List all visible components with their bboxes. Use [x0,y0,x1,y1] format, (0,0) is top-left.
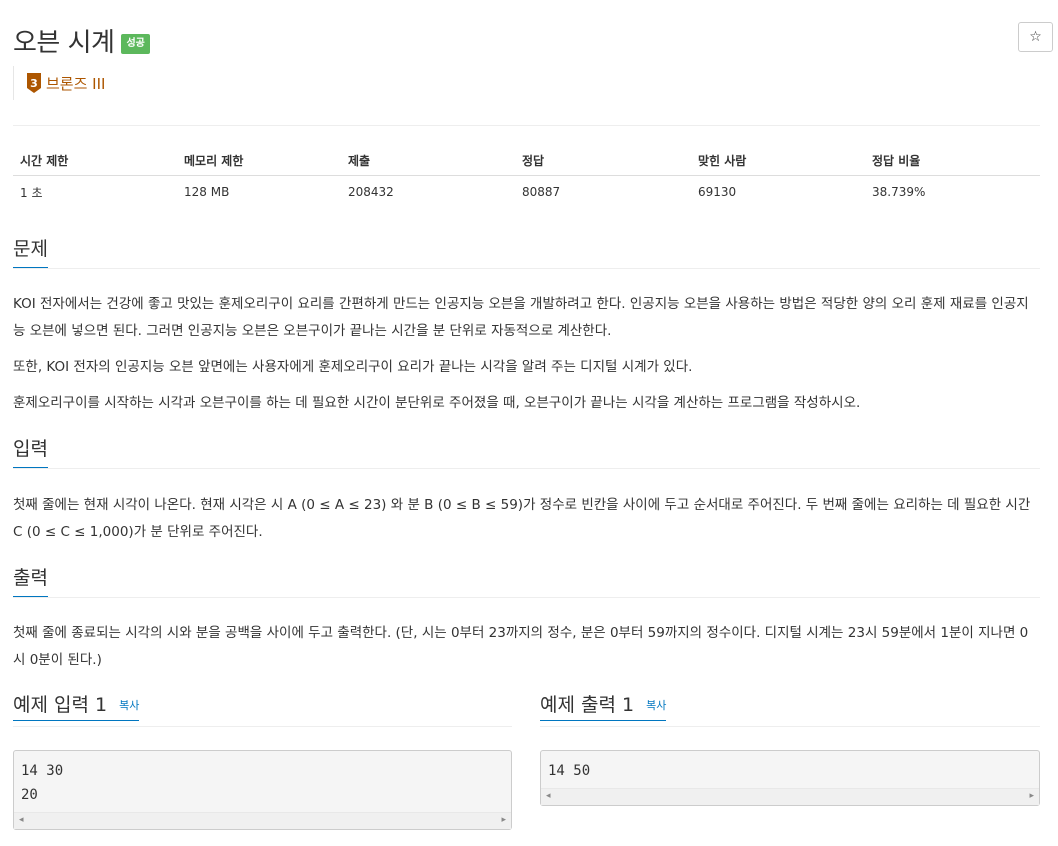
sample-input-title: 예제 입력 1 [13,694,108,716]
copy-sample-output-button[interactable]: 복사 [646,699,666,712]
input-description: 첫째 줄에는 현재 시각이 나온다. 현재 시각은 시 A (0 ≤ A ≤ 2… [13,497,1031,540]
header-accepted: 정답 [515,145,691,176]
sample-output-scrollbar[interactable]: ◂ ▸ [541,788,1039,805]
sample-input-line-1: 14 30 [21,763,64,779]
sample-output-line-1: 14 50 [548,763,591,779]
sample-input-box[interactable]: 14 30 20 ◂ ▸ [13,750,512,830]
output-description: 첫째 줄에 종료되는 시각의 시와 분을 공백을 사이에 두고 출력한다. (단… [13,625,1029,668]
solved-users-value[interactable]: 69130 [691,176,865,209]
problem-paragraph-2: 또한, KOI 전자의 인공지능 오븐 앞면에는 사용자에게 훈제오리구이 요리… [13,359,693,375]
problem-paragraph-1: KOI 전자에서는 건강에 좋고 맛있는 훈제오리구이 요리를 간편하게 만드는… [13,296,1029,339]
tier-row: 3 브론즈 III [13,66,105,100]
memory-limit-value: 128 MB [184,185,230,199]
table-row: 1 초 128 MB 208432 80887 69130 38.739% [13,176,1040,209]
time-limit-value: 1 초 [20,185,43,200]
accept-ratio-value: 38.739% [872,185,926,199]
section-output-title: 출력 [13,567,48,597]
sample-input-code: 14 30 20 [14,751,511,807]
sample-input-line-2: 20 [21,787,38,803]
sample-output-box[interactable]: 14 50 ◂ ▸ [540,750,1040,806]
header-time-limit: 시간 제한 [13,145,177,176]
tier-label[interactable]: 브론즈 III [46,73,105,94]
header-submissions: 제출 [341,145,515,176]
problem-info-table: 시간 제한 메모리 제한 제출 정답 맞힌 사람 정답 비율 1 초 128 M… [13,145,1040,208]
table-header-row: 시간 제한 메모리 제한 제출 정답 맞힌 사람 정답 비율 [13,145,1040,176]
sample-input-header: 예제 입력 1 복사 [13,694,512,727]
header-memory-limit: 메모리 제한 [177,145,341,176]
section-input-title: 입력 [13,438,48,468]
section-problem-header: 문제 [13,238,1040,269]
page-title: 오븐 시계 [13,28,115,58]
sample-output-code: 14 50 [541,751,1039,783]
section-output-header: 출력 [13,567,1040,598]
sample-output-title-wrap: 예제 출력 1 복사 [540,694,667,721]
header-accept-ratio: 정답 비율 [865,145,1040,176]
submissions-value[interactable]: 208432 [341,176,515,209]
title-row: 오븐 시계 성공 [13,22,150,59]
copy-sample-input-button[interactable]: 복사 [119,699,139,712]
status-badge: 성공 [121,33,150,54]
sample-input-title-wrap: 예제 입력 1 복사 [13,694,140,721]
scroll-left-icon[interactable]: ◂ [546,791,551,801]
header-solved-users: 맞힌 사람 [691,145,865,176]
scroll-right-icon[interactable]: ▸ [1029,791,1034,801]
section-input-header: 입력 [13,438,1040,469]
accepted-value: 80887 [522,185,561,199]
sample-input-scrollbar[interactable]: ◂ ▸ [14,812,511,829]
problem-paragraph-3: 훈제오리구이를 시작하는 시각과 오븐구이를 하는 데 필요한 시간이 분단위로… [13,395,861,411]
bronze-tier-icon: 3 [27,73,41,93]
scroll-right-icon[interactable]: ▸ [501,815,506,825]
star-button[interactable]: ☆ [1018,22,1053,52]
scroll-left-icon[interactable]: ◂ [19,815,24,825]
sample-output-header: 예제 출력 1 복사 [540,694,1040,727]
divider [13,125,1040,126]
section-problem-title: 문제 [13,238,48,268]
sample-output-title: 예제 출력 1 [540,694,635,716]
